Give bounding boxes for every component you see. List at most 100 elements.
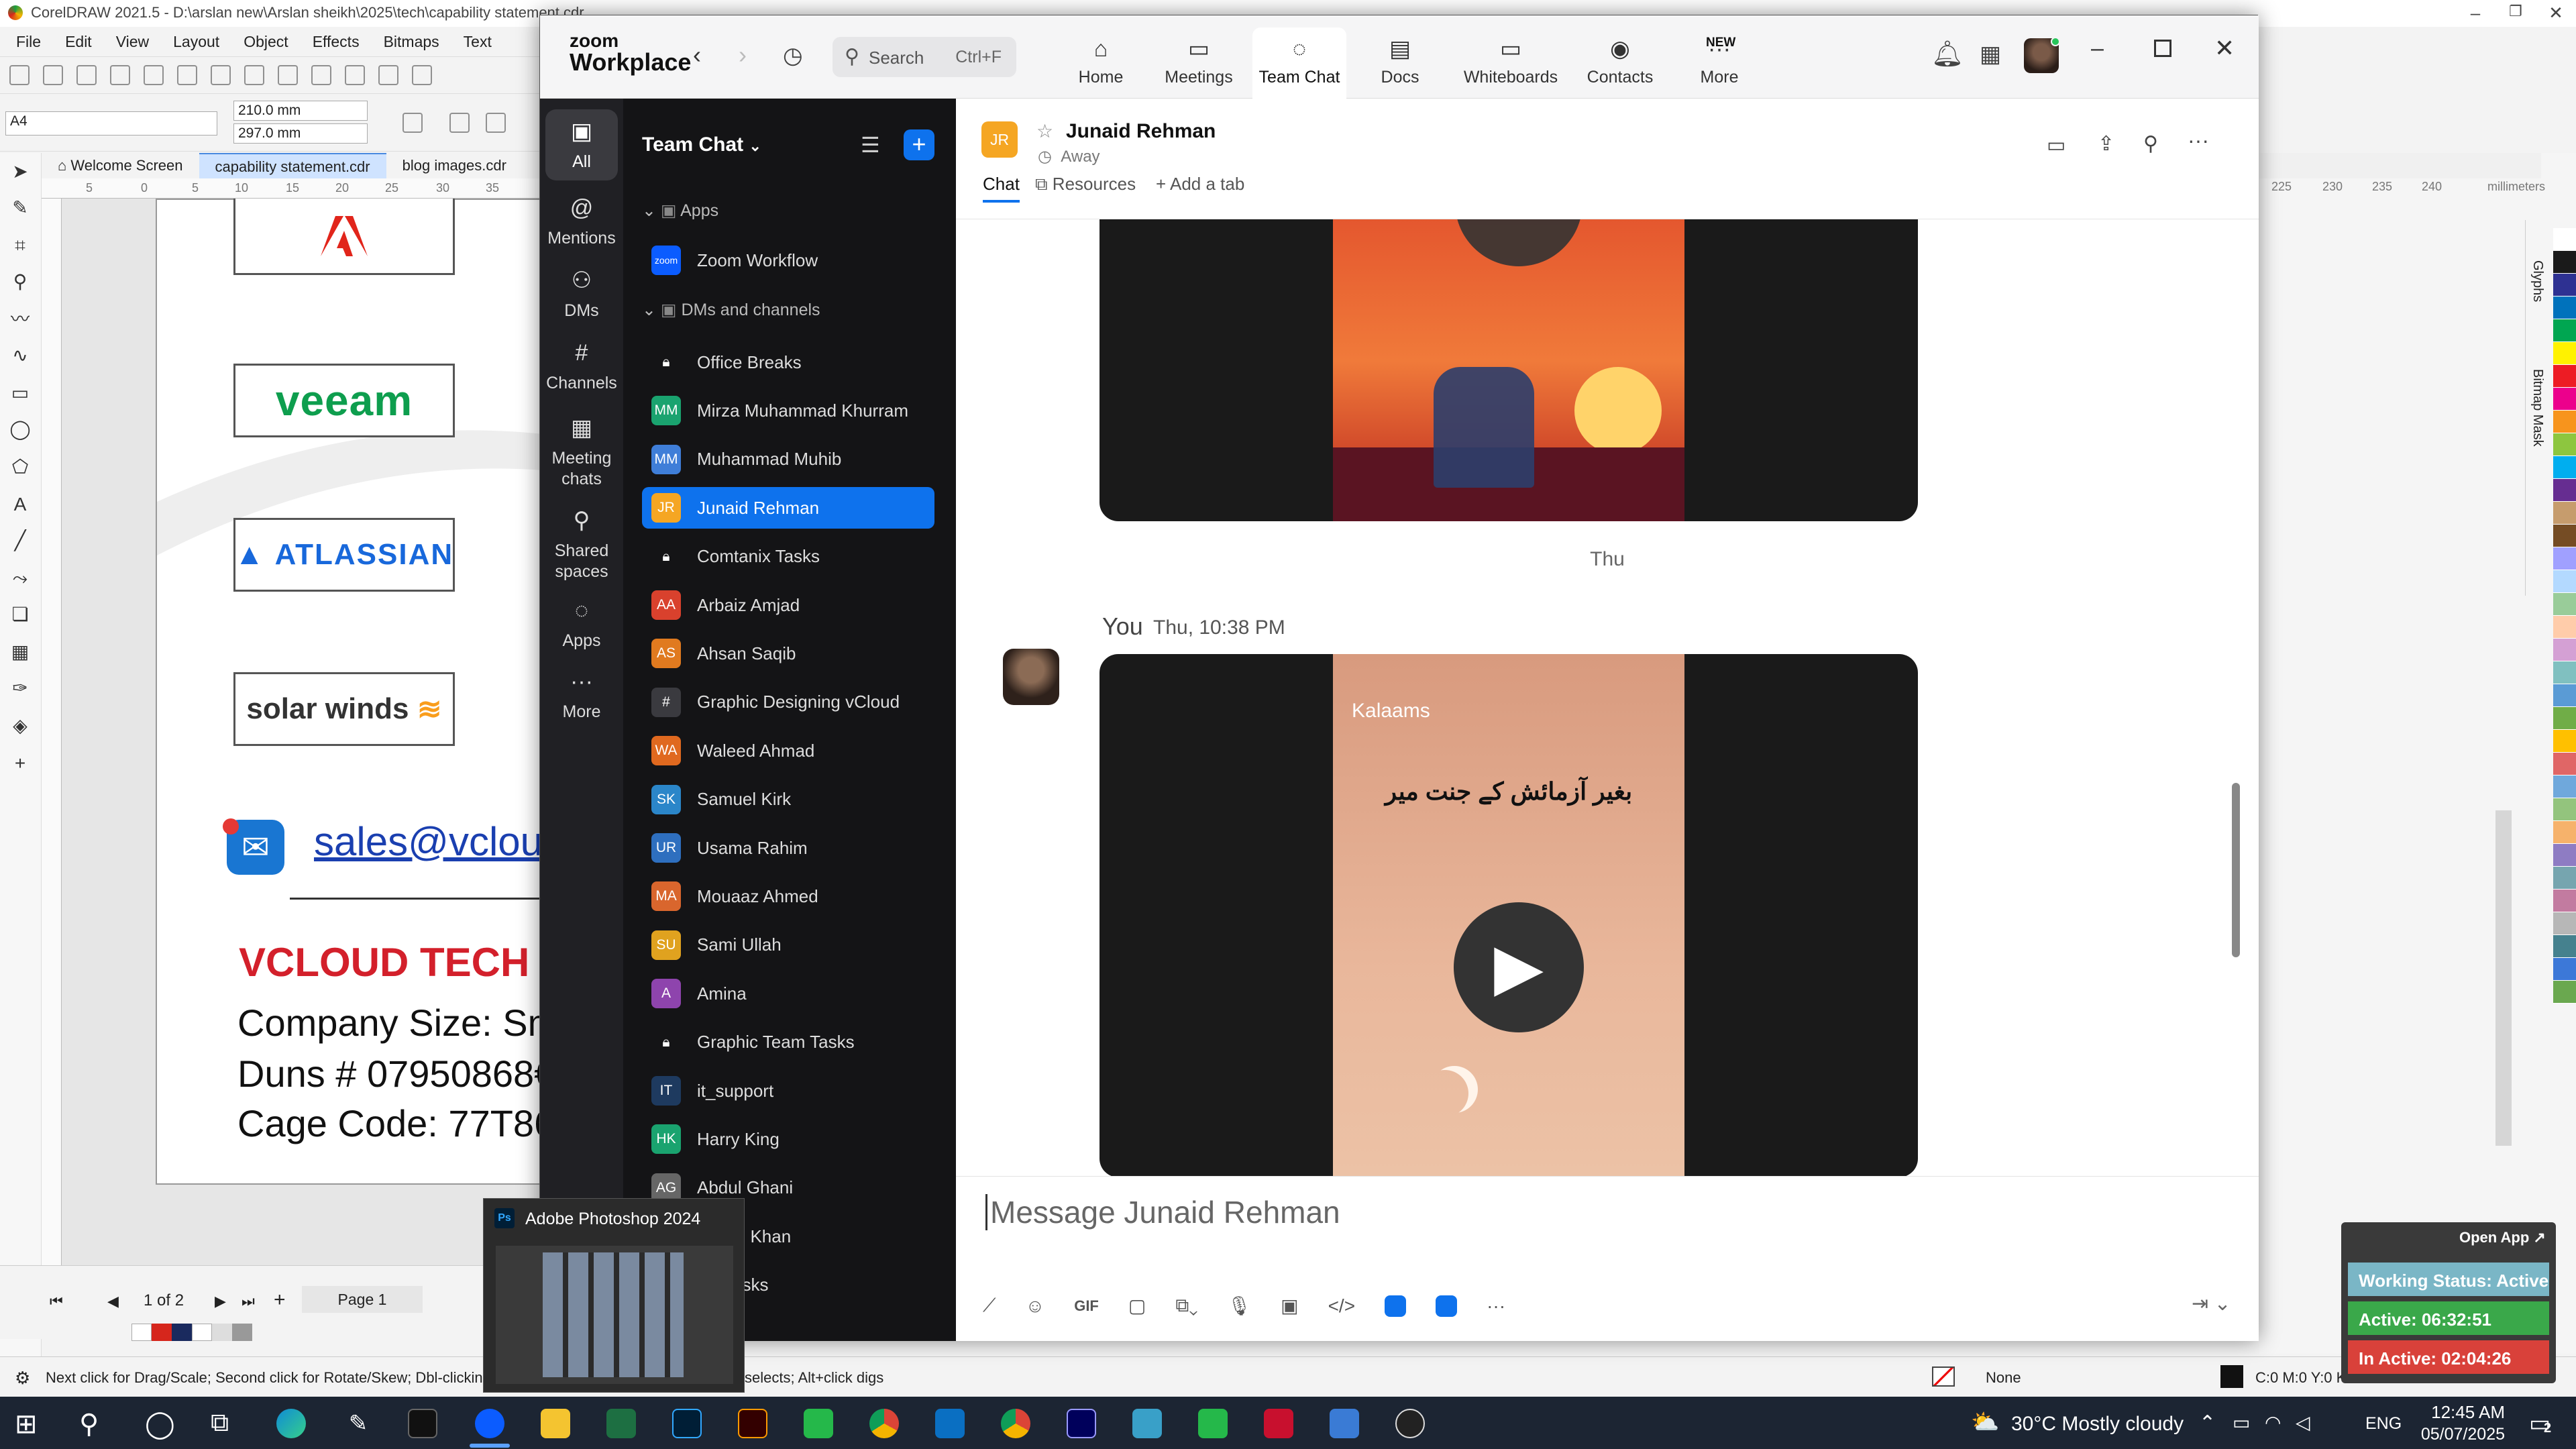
palette-swatch[interactable] [2553,775,2576,798]
palette-swatch[interactable] [2553,844,2576,867]
palette-swatch[interactable] [2553,684,2576,707]
rail-more[interactable]: ··· More [545,667,618,722]
open-app-link[interactable]: Open App ↗ [2459,1229,2546,1246]
swatch[interactable] [192,1324,212,1341]
code-snippet-icon[interactable]: </> [1328,1295,1355,1317]
palette-swatch[interactable] [2553,570,2576,593]
search-icon[interactable]: ⚲ [2143,132,2158,156]
settings-gear-icon[interactable]: ⚙ [15,1368,30,1389]
rail-all[interactable]: ▣ All [545,109,618,180]
paste-icon[interactable] [278,65,298,85]
tab-welcome-screen[interactable]: ⌂ Welcome Screen [42,153,199,178]
fill-none-icon[interactable] [1932,1366,1955,1387]
app-item-zoom-workflow[interactable]: zoom Zoom Workflow [642,239,934,281]
tab-resources[interactable]: ⧉ Resources [1035,174,1136,195]
palette-swatch[interactable] [2553,661,2576,684]
scrollbar-thumb[interactable] [2232,783,2240,957]
page-size-select[interactable]: A4 [5,111,217,136]
open-icon[interactable] [43,65,63,85]
rail-mentions[interactable]: @ Mentions [545,194,618,249]
format-text-icon[interactable]: ⟋ [983,1295,996,1317]
nav-team-chat[interactable]: ◌ Team Chat [1252,28,1346,99]
dimension-tool-icon[interactable]: ╱ [9,530,31,551]
chat-item-usama-rahim[interactable]: UR Usama Rahim [642,827,934,869]
chat-item-mouaaz-ahmed[interactable]: MA Mouaaz Ahmed [642,875,934,917]
pen-app-icon[interactable]: ✎ [343,1409,373,1438]
eyedropper-tool-icon[interactable]: ✑ [9,678,31,699]
palette-swatch[interactable] [2553,798,2576,821]
portrait-icon[interactable] [449,113,470,133]
upload-icon[interactable] [110,65,130,85]
minimize-icon[interactable]: – [2455,3,2496,23]
swatch[interactable] [152,1324,172,1341]
curve-tool-icon[interactable]: ∿ [9,345,31,366]
palette-swatch[interactable] [2553,890,2576,912]
maximize-icon[interactable]: ❐ [2496,3,2536,20]
maximize-icon[interactable] [2154,40,2171,57]
calculator-icon[interactable] [1330,1409,1359,1438]
more-dots-icon[interactable]: ··· [1487,1295,1505,1317]
search-icon[interactable]: ⚲ [79,1409,99,1440]
fill-tool-icon[interactable]: ◈ [9,715,31,737]
vscode-icon[interactable] [935,1409,965,1438]
file-explorer-icon[interactable] [541,1409,570,1438]
photoshop-preview-popup[interactable]: Ps Adobe Photoshop 2024 [483,1198,745,1393]
palette-swatch[interactable] [2553,502,2576,525]
chat-item-office-breaks[interactable]: 🔒︎ Office Breaks [642,341,934,383]
chat-item-graphic-team-tasks[interactable]: 🔒︎ Graphic Team Tasks [642,1022,934,1063]
nav-contacts[interactable]: ◉ Contacts [1573,28,1667,97]
corel-icon[interactable] [1198,1409,1228,1438]
chrome-icon[interactable] [869,1409,899,1438]
shape-tool-icon[interactable]: ✎ [9,197,31,219]
weather-text[interactable]: 30°C Mostly cloudy [2011,1413,2184,1436]
tab-capability-statement[interactable]: capability statement.cdr [199,153,386,178]
illustrator-icon[interactable] [738,1409,767,1438]
palette-swatch[interactable] [2553,319,2576,342]
palette-swatch[interactable] [2553,707,2576,730]
download-icon[interactable] [144,65,164,85]
palette-swatch[interactable] [2553,365,2576,388]
rail-shared-spaces[interactable]: ⚲ Shared spaces [545,506,618,582]
nav-whiteboards[interactable]: ▭ Whiteboards [1454,28,1568,97]
palette-swatch[interactable] [2553,388,2576,411]
lock-ratio-icon[interactable] [402,113,423,133]
bitmap-mask-tab[interactable]: Bitmap Mask [2530,369,2545,447]
premiere-icon[interactable] [1067,1409,1096,1438]
search-input[interactable]: ⚲ Search Ctrl+F [833,37,1016,77]
menu-effects[interactable]: Effects [313,33,360,51]
rail-channels[interactable]: # Channels [545,339,618,394]
outline-color-swatch[interactable] [2220,1365,2243,1388]
menu-bitmaps[interactable]: Bitmaps [384,33,439,51]
chat-item-amina[interactable]: A Amina [642,973,934,1014]
palette-swatch[interactable] [2553,274,2576,297]
history-icon[interactable]: ◷ [783,42,803,69]
menu-view[interactable]: View [116,33,149,51]
palette-swatch[interactable] [2553,228,2576,251]
palette-swatch[interactable] [2553,912,2576,935]
menu-text[interactable]: Text [464,33,492,51]
page-height-field[interactable]: 297.0 mm [233,123,368,144]
chat-item-ahsan-saqib[interactable]: AS Ahsan Saqib [642,633,934,674]
palette-swatch[interactable] [2553,479,2576,502]
undo-icon[interactable] [311,65,331,85]
next-page-icon[interactable]: ▶ [215,1293,226,1310]
drawing-canvas[interactable]: veeam ▲ ATLASSIAN solar winds ≋ ✉ sales@… [62,199,625,1265]
pick-tool-icon[interactable]: ➤ [9,161,31,182]
star-icon[interactable]: ☆ [1036,120,1053,142]
chat-item-junaid-rehman[interactable]: JR Junaid Rehman [642,487,934,529]
save-icon[interactable] [76,65,97,85]
landscape-icon[interactable] [486,113,506,133]
export-icon[interactable] [412,65,432,85]
app-icon[interactable] [1132,1409,1162,1438]
palette-swatch[interactable] [2553,981,2576,1004]
zoom-tool-icon[interactable]: ⚲ [9,271,31,292]
calendar-icon[interactable]: ▦ [1980,41,2001,68]
acrobat-icon[interactable] [1264,1409,1293,1438]
add-page-icon[interactable]: + [274,1289,286,1311]
task-view-icon[interactable]: ⧉ [211,1409,229,1438]
palette-swatch[interactable] [2553,456,2576,479]
photoshop-icon[interactable] [672,1409,702,1438]
swatch[interactable] [232,1324,252,1341]
tab-blog-images[interactable]: blog images.cdr [386,153,523,178]
menu-file[interactable]: File [16,33,41,51]
